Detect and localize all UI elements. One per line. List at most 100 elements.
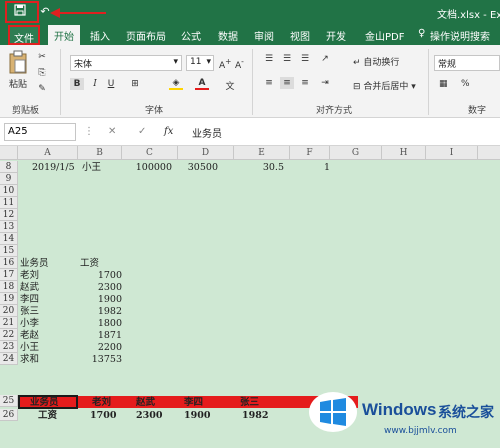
column-header[interactable]: G (330, 146, 382, 160)
list-item-name[interactable]: 李四 (20, 294, 39, 306)
phonetic-icon[interactable]: 文 (222, 78, 238, 93)
cut-icon[interactable]: ✂ (36, 51, 48, 63)
search-icon[interactable]: ♀ (418, 28, 425, 39)
column-header[interactable]: A (18, 146, 78, 160)
align-middle-icon[interactable]: ☰ (280, 53, 294, 65)
row-header[interactable]: 11 (0, 197, 18, 210)
list-item-value[interactable]: 1700 (78, 270, 122, 282)
align-top-icon[interactable]: ☰ (262, 53, 276, 65)
column-header[interactable]: C (122, 146, 178, 160)
row-header[interactable]: 15 (0, 245, 18, 258)
align-right-icon[interactable]: ≡ (298, 77, 312, 89)
cell-b26[interactable]: 1700 (90, 410, 116, 422)
list-item-name[interactable]: 求和 (20, 354, 39, 366)
column-header[interactable]: E (234, 146, 290, 160)
row-header[interactable]: 16 (0, 257, 18, 270)
indent-icon[interactable]: ⇥ (318, 77, 332, 89)
percent-icon[interactable]: % (460, 78, 471, 90)
tab-review[interactable]: 审阅 (254, 28, 274, 43)
list-item-name[interactable]: 老刘 (20, 270, 39, 282)
font-color-icon[interactable]: A (194, 77, 210, 91)
copy-icon[interactable]: ⎘ (36, 67, 48, 79)
row-header[interactable]: 21 (0, 317, 18, 330)
border-icon[interactable]: ⊞ (126, 78, 144, 90)
tab-file[interactable]: 文件 (8, 25, 40, 45)
cell-c26[interactable]: 2300 (136, 410, 162, 422)
currency-icon[interactable]: ▦ (438, 78, 449, 90)
row-header[interactable]: 9 (0, 173, 18, 186)
list-item-value[interactable]: 1900 (78, 294, 122, 306)
list-item-name[interactable]: 小王 (20, 342, 39, 354)
row-header[interactable]: 8 (0, 161, 18, 174)
fill-color-icon[interactable]: ◈ (168, 77, 184, 91)
wrap-text-button[interactable]: ↵ 自动换行 (352, 54, 400, 69)
cell-e26[interactable]: 1982 (242, 410, 268, 422)
list-item-name[interactable]: 赵武 (20, 282, 39, 294)
tab-insert[interactable]: 插入 (90, 28, 110, 43)
increase-font-icon[interactable]: A+ (218, 56, 232, 72)
underline-button[interactable]: U (104, 78, 118, 90)
font-name-select[interactable]: 宋体 ▾ (70, 55, 182, 71)
cell-d8[interactable]: 30500 (178, 162, 218, 174)
row-header[interactable]: 18 (0, 281, 18, 294)
list-item-name[interactable]: 张三 (20, 306, 39, 318)
list-item-value[interactable]: 13753 (78, 354, 122, 366)
cell-f8[interactable]: 1 (290, 162, 330, 174)
align-bottom-icon[interactable]: ☰ (298, 53, 312, 65)
cell-b25[interactable]: 老刘 (92, 397, 111, 409)
formula-input[interactable]: 业务员 (192, 125, 222, 140)
list-item-value[interactable]: 2200 (78, 342, 122, 354)
row-header[interactable]: 26 (0, 409, 18, 422)
tab-developer[interactable]: 开发 (326, 28, 346, 43)
insert-function-icon[interactable]: fx (164, 126, 173, 137)
cell-a8[interactable]: 2019/1/5 (32, 162, 75, 174)
list-item-value[interactable]: 1800 (78, 318, 122, 330)
row-header[interactable]: 22 (0, 329, 18, 342)
italic-button[interactable]: I (88, 78, 102, 90)
row-header[interactable]: 14 (0, 233, 18, 246)
cell-a26[interactable]: 工资 (38, 410, 57, 422)
column-header[interactable]: I (426, 146, 478, 160)
row-header[interactable]: 17 (0, 269, 18, 282)
column-header[interactable]: B (78, 146, 122, 160)
cell-c25[interactable]: 赵武 (136, 397, 155, 409)
cancel-icon[interactable]: ✕ (108, 126, 116, 137)
cell-b14[interactable]: 工资 (80, 258, 99, 270)
cell-a25[interactable]: 业务员 (30, 397, 59, 409)
orientation-icon[interactable]: ↗ (318, 53, 332, 65)
list-item-value[interactable]: 1982 (78, 306, 122, 318)
bold-button[interactable]: B (70, 78, 84, 90)
enter-icon[interactable]: ✓ (138, 126, 146, 137)
row-header[interactable]: 25 (0, 395, 18, 408)
align-center-icon[interactable]: ≡ (280, 77, 294, 89)
cell-e25[interactable]: 张三 (240, 397, 259, 409)
cell-d25[interactable]: 李四 (184, 397, 203, 409)
list-item-name[interactable]: 小李 (20, 318, 39, 330)
cell-c8[interactable]: 100000 (122, 162, 172, 174)
row-header[interactable]: 12 (0, 209, 18, 222)
align-left-icon[interactable]: ≡ (262, 77, 276, 89)
tell-me-search[interactable]: 操作说明搜索 (430, 28, 490, 43)
save-icon[interactable] (12, 4, 28, 20)
row-header[interactable]: 13 (0, 221, 18, 234)
cell-b8[interactable]: 小王 (82, 162, 101, 174)
row-header[interactable]: 20 (0, 305, 18, 318)
name-box[interactable]: A25 (4, 123, 76, 141)
row-header[interactable]: 24 (0, 353, 18, 366)
row-header[interactable]: 19 (0, 293, 18, 306)
tab-home[interactable]: 开始 (48, 25, 80, 45)
list-item-value[interactable]: 2300 (78, 282, 122, 294)
column-header[interactable]: D (178, 146, 234, 160)
paste-button[interactable]: 粘贴 (4, 49, 32, 93)
column-header[interactable]: F (290, 146, 330, 160)
tab-kingsoft-pdf[interactable]: 金山PDF (365, 28, 404, 43)
cell-d26[interactable]: 1900 (184, 410, 210, 422)
merge-center-button[interactable]: ⊟ 合并后居中 ▾ (352, 78, 417, 93)
cell-e8[interactable]: 30.5 (234, 162, 284, 174)
decrease-font-icon[interactable]: A- (234, 56, 245, 72)
format-painter-icon[interactable]: ✎ (36, 83, 48, 95)
number-format-select[interactable]: 常规 (434, 55, 500, 71)
tab-formulas[interactable]: 公式 (181, 28, 201, 43)
tab-view[interactable]: 视图 (290, 28, 310, 43)
tab-page-layout[interactable]: 页面布局 (126, 28, 166, 43)
